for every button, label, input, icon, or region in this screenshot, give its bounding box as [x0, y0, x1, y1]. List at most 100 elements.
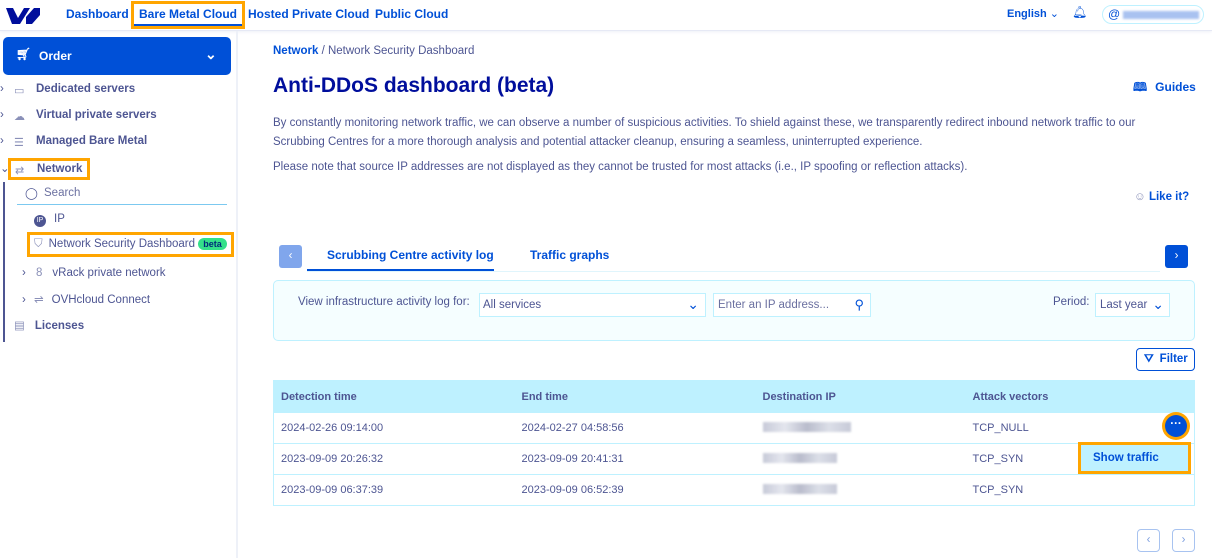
pagination-next-button[interactable]: › — [1172, 529, 1195, 552]
language-label: English — [1007, 8, 1047, 20]
datacenter-icon: ☰ — [14, 136, 24, 149]
page-note: Please note that source IP addresses are… — [273, 161, 968, 173]
period-value: Last year — [1100, 299, 1148, 311]
breadcrumb-current: Network Security Dashboard — [327, 45, 475, 57]
cell-detection-time: 2024-02-26 09:14:00 — [273, 412, 515, 444]
sidebar-item-vps[interactable]: › ☁︎ Virtual private servers — [0, 109, 157, 123]
nav-hosted-private-cloud[interactable]: Hosted Private Cloud — [248, 7, 369, 21]
label: Managed Bare Metal — [36, 135, 148, 147]
chevron-down-icon: ⌄ — [205, 46, 217, 62]
column-detection-time: Detection time — [273, 380, 515, 413]
service-filter-label: View infrastructure activity log for: — [298, 296, 470, 308]
sidebar-item-licenses[interactable]: ▤ Licenses — [14, 318, 84, 332]
cart-icon: 🛒︎ — [16, 47, 32, 61]
label: Virtual private servers — [36, 109, 157, 121]
chevron-right-icon: › — [1181, 534, 1186, 546]
language-selector[interactable]: English ⌄ — [1007, 7, 1059, 20]
breadcrumb-network-link[interactable]: Network — [273, 45, 318, 57]
period-label: Period: — [1053, 296, 1090, 308]
label: vRack private network — [52, 267, 166, 279]
row-actions-button[interactable]: ··· — [1162, 412, 1190, 440]
period-select[interactable]: Last year ⌄ — [1095, 293, 1170, 317]
search-icon: ◯ — [25, 188, 38, 200]
sidebar-item-network[interactable]: ⌄ ⇄ Network — [0, 158, 91, 180]
cell-end-time: 2023-09-09 06:52:39 — [514, 474, 756, 506]
sidebar-item-vrack[interactable]: › 8 vRack private network — [22, 267, 166, 279]
chevron-right-icon: › — [22, 267, 26, 279]
license-icon: ▤ — [14, 320, 25, 332]
table-row: 2023-09-09 06:37:39 2023-09-09 06:52:39 TC… — [273, 474, 1195, 506]
ip-search-input[interactable]: Enter an IP address... ⚲ — [713, 293, 871, 317]
breadcrumb: Network / Network Security Dashboard — [273, 45, 474, 57]
cell-detection-time: 2023-09-09 20:26:32 — [273, 443, 515, 475]
smiley-icon: ☺ — [1134, 191, 1146, 203]
order-button[interactable]: 🛒︎ Order ⌄ — [3, 37, 231, 75]
like-it-button[interactable]: ☺ Like it? — [1134, 191, 1189, 203]
filter-panel: View infrastructure activity log for: Al… — [273, 280, 1195, 341]
tabs-prev-button[interactable]: ‹ — [279, 245, 302, 268]
cell-attack-vectors: TCP_SYN — [965, 474, 1195, 506]
sidebar-search-input[interactable]: ◯ Search — [17, 183, 227, 205]
tab-scrubbing-centre-activity-log[interactable]: Scrubbing Centre activity log — [327, 248, 494, 262]
connect-icon: ⇌ — [34, 294, 44, 306]
label: Licenses — [34, 320, 85, 332]
tab-traffic-graphs[interactable]: Traffic graphs — [530, 248, 609, 262]
chevron-left-icon: ‹ — [288, 250, 293, 262]
column-attack-vectors: Attack vectors — [965, 380, 1195, 413]
order-label: Order — [39, 49, 72, 63]
pagination-prev-button[interactable]: ‹ — [1137, 529, 1160, 552]
chevron-right-icon: › — [1174, 250, 1179, 262]
chevron-right-icon: › — [22, 294, 26, 306]
search-placeholder: Search — [44, 187, 81, 199]
nav-bare-metal-cloud[interactable]: Bare Metal Cloud — [130, 1, 246, 29]
chevron-right-icon: › — [0, 83, 4, 95]
cloud-icon: ☁︎ — [14, 110, 25, 123]
ip-icon: IP — [34, 215, 46, 227]
blurred-ip — [762, 483, 837, 494]
top-navbar: Dashboard Bare Metal Cloud Hosted Privat… — [0, 0, 1212, 31]
ovhcloud-logo[interactable] — [6, 5, 40, 25]
sidebar-item-ip[interactable]: IP IP — [34, 213, 65, 227]
funnel-icon: ⛛ — [1144, 353, 1154, 365]
nav-dashboard[interactable]: Dashboard — [66, 7, 129, 21]
vrack-icon: 8 — [36, 267, 43, 279]
network-icon: ⇄ — [15, 164, 25, 177]
sidebar-item-ovhcloud-connect[interactable]: › ⇌ OVHcloud Connect — [22, 292, 150, 306]
filter-button[interactable]: ⛛ Filter — [1136, 348, 1195, 371]
chevron-right-icon: › — [0, 135, 4, 147]
sidebar: 🛒︎ Order ⌄ › ▭ Dedicated servers › ☁︎ Virtua… — [0, 31, 238, 558]
chevron-down-icon: ⌄ — [0, 163, 10, 175]
breadcrumb-separator: / — [321, 45, 325, 57]
sidebar-item-network-security-dashboard[interactable]: ⛉ Network Security Dashboard beta — [27, 232, 234, 257]
show-traffic-menu-item[interactable]: Show traffic — [1078, 442, 1191, 474]
nav-public-cloud[interactable]: Public Cloud — [375, 7, 448, 21]
shield-icon: ⛉ — [34, 238, 43, 250]
column-end-time: End time — [514, 380, 756, 413]
service-value: All services — [483, 299, 542, 311]
cell-end-time: 2023-09-09 20:41:31 — [514, 443, 756, 475]
service-select[interactable]: All services ⌄ — [479, 293, 706, 317]
account-menu[interactable]: @ — [1102, 5, 1204, 24]
cell-destination-ip — [755, 474, 966, 506]
cell-destination-ip — [755, 443, 966, 475]
ip-placeholder: Enter an IP address... — [718, 299, 830, 311]
tabs-divider — [307, 271, 1160, 272]
tabs-next-button[interactable]: › — [1165, 245, 1188, 268]
bell-icon[interactable]: 🔔︎ — [1072, 5, 1087, 19]
sidebar-item-managed-bare-metal[interactable]: › ☰ Managed Bare Metal — [0, 135, 148, 149]
guides-link[interactable]: 🕮 Guides — [1133, 78, 1196, 99]
chevron-left-icon: ‹ — [1146, 534, 1151, 546]
label: Network — [37, 163, 83, 175]
column-destination-ip: Destination IP — [755, 380, 966, 413]
cell-end-time: 2024-02-27 04:58:56 — [514, 412, 756, 444]
guides-label: Guides — [1155, 80, 1196, 94]
chevron-down-icon: ⌄ — [1049, 8, 1060, 20]
blurred-ip — [762, 452, 837, 463]
table-header-row: Detection time End time Destination IP A… — [273, 380, 1195, 413]
chevron-down-icon: ⌄ — [1152, 296, 1164, 312]
more-icon: ··· — [1165, 415, 1187, 437]
label: IP — [54, 213, 65, 225]
table-row: 2023-09-09 20:26:32 2023-09-09 20:41:31 TC… — [273, 443, 1195, 475]
sidebar-item-dedicated-servers[interactable]: › ▭ Dedicated servers — [0, 83, 135, 97]
tree-line — [3, 182, 5, 342]
